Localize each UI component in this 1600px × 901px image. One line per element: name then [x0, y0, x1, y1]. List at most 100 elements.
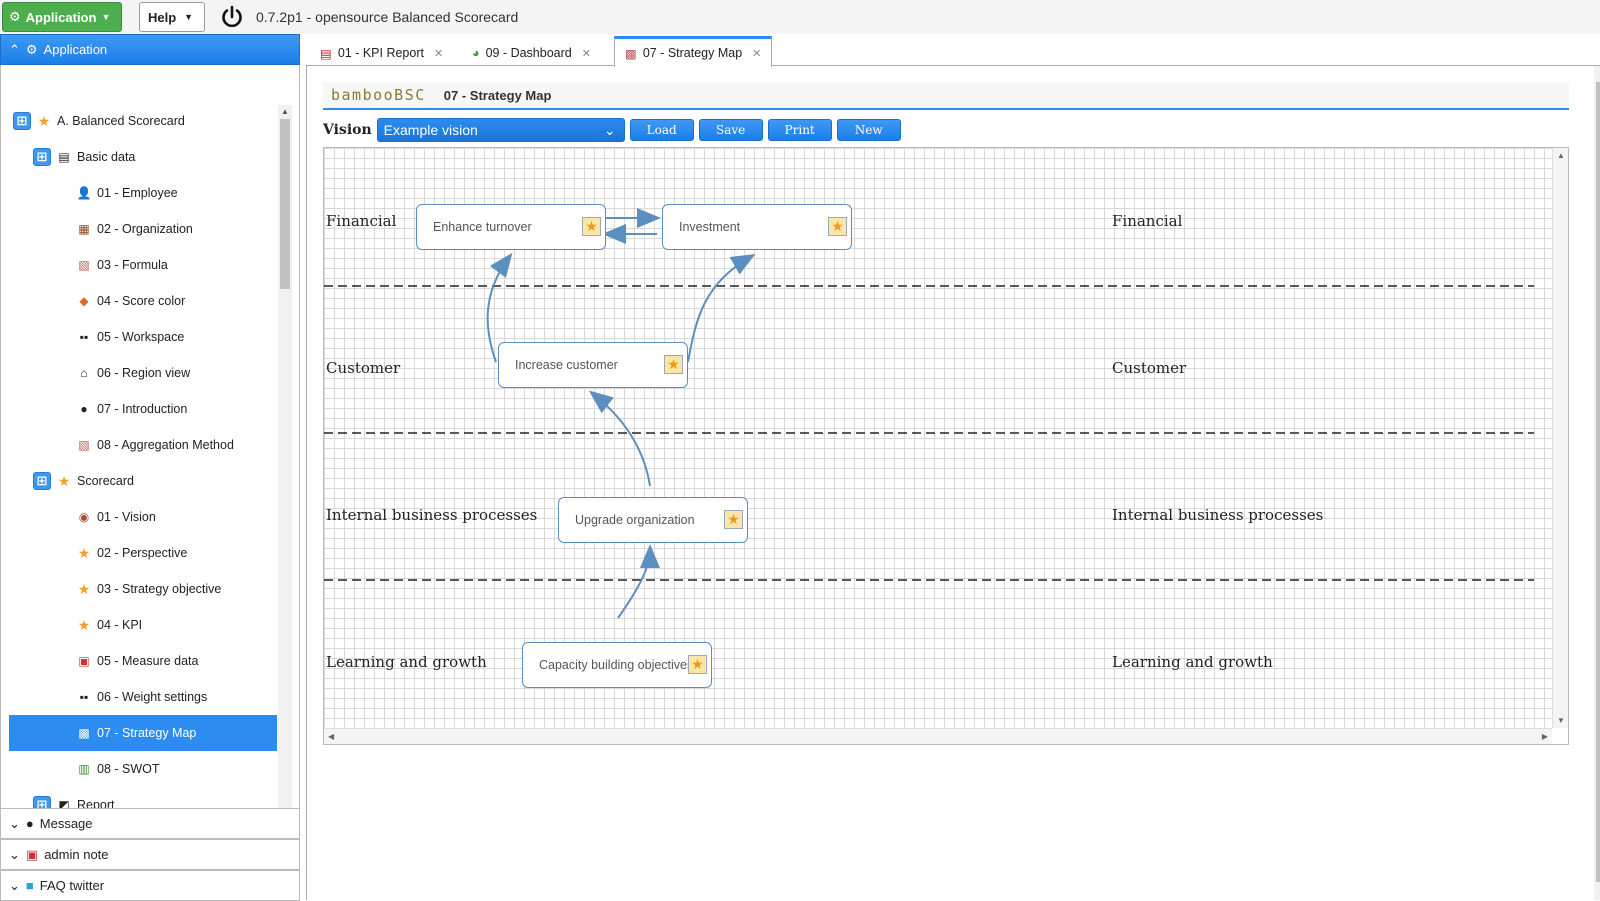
tree-item-perspective[interactable]: ★ 02 - Perspective: [77, 535, 188, 571]
tree-item-workspace[interactable]: ▪▪ 05 - Workspace: [77, 319, 185, 355]
tab-kpi-report[interactable]: ▤ 01 - KPI Report ✕: [310, 40, 453, 66]
print-button[interactable]: Print: [767, 119, 832, 141]
expand-icon[interactable]: ⊞: [33, 472, 51, 490]
application-menu-button[interactable]: ⚙ Application ▼: [2, 2, 122, 32]
star-icon[interactable]: ★: [828, 217, 847, 236]
close-icon[interactable]: ✕: [752, 47, 761, 60]
panel-header-admin-note[interactable]: ⌄ ▣ admin note: [0, 839, 300, 870]
chevron-down-icon: ⌄: [9, 877, 20, 893]
tree-item-formula[interactable]: ▧ 03 - Formula: [77, 247, 168, 283]
objective-node[interactable]: Increase customer ★: [498, 342, 688, 388]
objective-label: Increase customer: [515, 358, 618, 372]
gear-icon: ⚙: [9, 9, 21, 24]
page-scrollbar[interactable]: [1594, 66, 1600, 900]
tree-item-region-view[interactable]: ⌂ 06 - Region view: [77, 355, 190, 391]
caret-down-icon: ▼: [184, 12, 194, 22]
page-scroll-thumb[interactable]: [1596, 82, 1600, 882]
strategy-map-canvas[interactable]: Financial Customer Internal business pro…: [324, 148, 1552, 728]
panel-title: Application: [43, 42, 108, 57]
expand-icon[interactable]: ⊞: [33, 148, 51, 166]
tree-item-weight-settings[interactable]: ▪▪ 06 - Weight settings: [77, 679, 208, 715]
close-icon[interactable]: ✕: [434, 47, 443, 60]
star-icon[interactable]: ★: [688, 655, 707, 674]
tree-item-label: 08 - SWOT: [97, 762, 160, 776]
tree-item-kpi[interactable]: ★ 04 - KPI: [77, 607, 142, 643]
tree-item-organization[interactable]: ▦ 02 - Organization: [77, 211, 193, 247]
perspective-label-internal: Internal business processes: [326, 506, 537, 524]
power-icon[interactable]: [220, 5, 244, 29]
star-icon: ★: [37, 112, 51, 129]
tree-item-introduction[interactable]: ● 07 - Introduction: [77, 391, 187, 427]
scroll-right-icon[interactable]: ▶: [1542, 732, 1548, 741]
panel-header-application[interactable]: ⌃ ⚙ Application: [0, 34, 300, 65]
tree-node-scorecard[interactable]: ⊞ ★ Scorecard: [33, 463, 134, 499]
load-button[interactable]: Load: [629, 119, 694, 141]
scroll-up-icon[interactable]: ▲: [1557, 151, 1565, 160]
tree-item-measure-data[interactable]: ▣ 05 - Measure data: [77, 643, 198, 679]
map-vertical-scrollbar[interactable]: ▲ ▼: [1552, 148, 1568, 728]
calendar-icon: ▣: [25, 846, 39, 862]
tree-item-score-color[interactable]: ◆ 04 - Score color: [77, 283, 185, 319]
grid-icon: ▪▪: [79, 330, 89, 344]
close-icon[interactable]: ✕: [582, 47, 591, 60]
map-horizontal-scrollbar[interactable]: ◀ ▶: [324, 728, 1552, 744]
chevron-down-icon: ⌄: [603, 121, 616, 138]
new-button[interactable]: New: [836, 119, 901, 141]
tree-item-label: 02 - Organization: [97, 222, 193, 236]
help-menu-button[interactable]: Help ▼: [139, 2, 205, 32]
save-button[interactable]: Save: [698, 119, 763, 141]
objective-node[interactable]: Capacity building objectives ★: [522, 642, 712, 688]
twitter-icon: ■: [25, 878, 34, 893]
palette-icon: ◆: [79, 294, 89, 308]
expand-icon[interactable]: ⊞: [13, 112, 31, 130]
tree-item-strategy-objective[interactable]: ★ 03 - Strategy objective: [77, 571, 222, 607]
tab-strategy-map[interactable]: ▩ 07 - Strategy Map ✕: [614, 36, 773, 67]
tree-item-strategy-map[interactable]: ▩ 07 - Strategy Map: [9, 715, 277, 751]
panel-label: FAQ twitter: [39, 878, 105, 893]
objective-node[interactable]: Investment ★: [662, 204, 852, 250]
link-capacity-to-upgrade[interactable]: [617, 544, 660, 619]
tab-dashboard[interactable]: ◕ 09 - Dashboard ✕: [462, 40, 601, 66]
objective-node[interactable]: Enhance turnover ★: [416, 204, 606, 250]
star-icon: ★: [77, 544, 91, 561]
tree-scroll-thumb[interactable]: [280, 119, 290, 289]
star-icon[interactable]: ★: [724, 510, 743, 529]
tree-item-swot[interactable]: ▥ 08 - SWOT: [77, 751, 160, 787]
tree-item-label: 02 - Perspective: [97, 546, 188, 560]
grid-icon: ▪▪: [79, 690, 89, 704]
table-icon: ▥: [78, 762, 90, 776]
calendar-icon: ▣: [78, 654, 90, 668]
star-icon: ★: [57, 472, 71, 489]
tree-scrollbar[interactable]: ▲ ▼: [278, 105, 292, 831]
map-icon: ▩: [625, 46, 637, 61]
scroll-down-icon[interactable]: ▼: [1557, 716, 1565, 725]
perspective-label-financial: Financial: [1112, 212, 1183, 230]
link-upgrade-to-customer[interactable]: [588, 390, 651, 487]
panel-header-message[interactable]: ⌄ ● Message: [0, 808, 300, 839]
vision-label: Vision: [323, 122, 372, 138]
tree-item-label: 05 - Workspace: [97, 330, 185, 344]
tree-node-basic-data[interactable]: ⊞ ▤ Basic data: [33, 139, 135, 175]
tree-item-label: 01 - Employee: [97, 186, 178, 200]
tree-item-label: 01 - Vision: [97, 510, 156, 524]
link-customer-to-investment[interactable]: [687, 254, 756, 363]
star-icon[interactable]: ★: [664, 355, 683, 374]
left-accordion: ⌃ ⚙ Application ⊞ ★ A. Balanced Scorecar…: [0, 34, 300, 901]
panel-header-faq-twitter[interactable]: ⌄ ■ FAQ twitter: [0, 870, 300, 901]
tree-item-label: 06 - Region view: [97, 366, 191, 380]
tree-node-balanced-scorecard[interactable]: ⊞ ★ A. Balanced Scorecard: [13, 103, 185, 139]
app-title: 0.7.2p1 - opensource Balanced Scorecard: [256, 9, 519, 25]
vision-select-value: Example vision: [383, 122, 478, 138]
scroll-left-icon[interactable]: ◀: [328, 732, 334, 741]
tree-item-label: 08 - Aggregation Method: [97, 438, 234, 452]
objective-label: Upgrade organization: [575, 513, 695, 527]
objective-node[interactable]: Upgrade organization ★: [558, 497, 748, 543]
person-icon: 👤: [76, 186, 92, 200]
vision-select[interactable]: Example vision ⌄: [376, 118, 625, 142]
scroll-up-icon[interactable]: ▲: [281, 107, 289, 116]
tree-item-vision[interactable]: ◉ 01 - Vision: [77, 499, 156, 535]
tree-item-employee[interactable]: 👤 01 - Employee: [77, 175, 178, 211]
tree-item-aggregation-method[interactable]: ▧ 08 - Aggregation Method: [77, 427, 234, 463]
star-icon[interactable]: ★: [582, 217, 601, 236]
tree-node-label: Scorecard: [77, 474, 134, 488]
